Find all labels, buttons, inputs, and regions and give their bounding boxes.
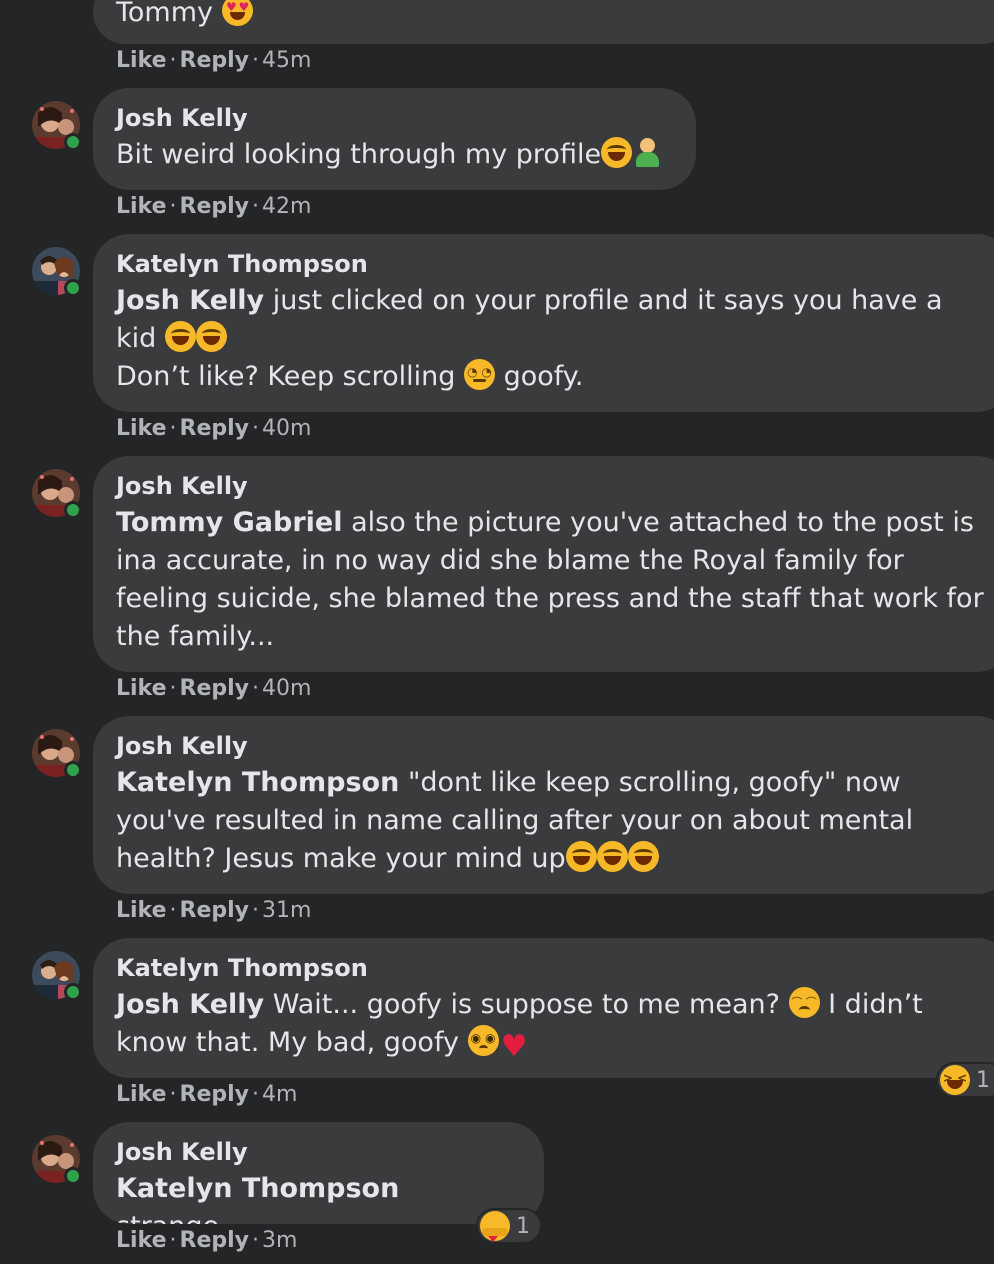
comment-text: Bit weird looking through my profile (116, 139, 602, 170)
separator-dot: · (169, 416, 177, 441)
like-link[interactable]: Like (116, 48, 167, 73)
avatar-josh-kelly[interactable] (32, 729, 82, 779)
eye-roll-emoji (463, 357, 495, 390)
separator-dot: · (169, 898, 177, 923)
rofl-emoji (565, 841, 597, 872)
mention-link[interactable]: Josh Kelly (116, 989, 264, 1020)
comment-actions: Like · Reply · 31m (116, 896, 311, 926)
like-link[interactable]: Like (116, 416, 167, 441)
comment-author[interactable]: Katelyn Thompson (116, 248, 989, 282)
comment-bubble: Tommy (93, 0, 994, 44)
comment-bubble: Josh Kelly Katelyn Thompson "dont like k… (93, 716, 994, 894)
avatar-katelyn-thompson[interactable] (32, 951, 82, 1001)
comment-author[interactable]: Josh Kelly (116, 1136, 520, 1170)
separator-dot: · (252, 416, 260, 441)
comment-bubble: Katelyn Thompson Josh Kelly just clicked… (93, 234, 994, 412)
comment-text: strange... (116, 1211, 245, 1224)
separator-dot: · (252, 1228, 260, 1253)
rofl-emoji (601, 137, 633, 168)
reply-link[interactable]: Reply (180, 48, 250, 73)
comment-actions: Like · Reply · 4m (116, 1080, 297, 1110)
comment-actions: Like · Reply · 40m (116, 414, 311, 444)
reply-link[interactable]: Reply (180, 416, 250, 441)
online-status-indicator (64, 279, 82, 297)
online-status-indicator (64, 1167, 82, 1185)
mention-link[interactable]: Tommy Gabriel (116, 507, 343, 538)
rofl-emoji (195, 321, 227, 352)
avatar-josh-kelly[interactable] (32, 1135, 82, 1185)
separator-dot: · (252, 1082, 260, 1107)
like-link[interactable]: Like (116, 194, 167, 219)
comment-time[interactable]: 3m (262, 1228, 297, 1253)
reply-link[interactable]: Reply (180, 1228, 250, 1253)
online-status-indicator (64, 983, 82, 1001)
reply-link[interactable]: Reply (180, 898, 250, 923)
reaction-count: 1 (516, 1213, 530, 1239)
like-link[interactable]: Like (116, 898, 167, 923)
separator-dot: · (252, 48, 260, 73)
reaction-count: 1 (976, 1067, 990, 1093)
reply-link[interactable]: Reply (180, 1082, 250, 1107)
separator-dot: · (252, 676, 260, 701)
mention-link[interactable]: Josh Kelly (116, 285, 264, 316)
like-link[interactable]: Like (116, 1228, 167, 1253)
comment-actions: Like · Reply · 42m (116, 192, 311, 222)
comment-actions: Like · Reply · 40m (116, 674, 311, 704)
separator-dot: · (252, 194, 260, 219)
comment-text: goofy. (503, 361, 584, 392)
avatar-josh-kelly[interactable] (32, 469, 82, 519)
rofl-emoji (164, 321, 196, 352)
comment-time[interactable]: 40m (262, 416, 311, 441)
like-link[interactable]: Like (116, 1082, 167, 1107)
comment-time[interactable]: 31m (262, 898, 311, 923)
online-status-indicator (64, 761, 82, 779)
mention-link[interactable]: Katelyn Thompson (116, 1173, 399, 1204)
comment-bubble: Josh Kelly Katelyn Thompson strange... (93, 1122, 544, 1224)
comment-bubble: Josh Kelly Tommy Gabriel also the pictur… (93, 456, 994, 672)
heart-eyes-emoji (221, 0, 253, 26)
separator-dot: · (169, 1228, 177, 1253)
reaction-summary[interactable]: 1 (936, 1062, 994, 1098)
comment-actions: Like · Reply · 45m (116, 46, 311, 76)
separator-dot: · (169, 48, 177, 73)
avatar-katelyn-thompson[interactable] (32, 247, 82, 297)
comment-author[interactable]: Josh Kelly (116, 102, 672, 136)
care-emoji (480, 1211, 510, 1252)
online-status-indicator (64, 133, 82, 151)
avatar-josh-kelly[interactable] (32, 101, 82, 151)
facepalm-emoji (632, 137, 663, 168)
separator-dot: · (169, 1082, 177, 1107)
separator-dot: · (252, 898, 260, 923)
pleading-emoji (467, 1023, 499, 1056)
separator-dot: · (169, 676, 177, 701)
online-status-indicator (64, 501, 82, 519)
like-link[interactable]: Like (116, 676, 167, 701)
rofl-emoji (627, 841, 659, 872)
disappointed-emoji (788, 987, 820, 1018)
squinting-laugh-emoji (940, 1063, 970, 1095)
comment-author[interactable]: Josh Kelly (116, 730, 989, 764)
comment-bubble: Katelyn Thompson Josh Kelly Wait... goof… (93, 938, 994, 1078)
reply-link[interactable]: Reply (180, 194, 250, 219)
comment-time[interactable]: 4m (262, 1082, 297, 1107)
mention-link[interactable]: Katelyn Thompson (116, 767, 399, 798)
comment-text: Wait... goofy is suppose to me mean? (272, 989, 780, 1020)
comment-time[interactable]: 40m (262, 676, 311, 701)
comment-text: just clicked on your profile and it says… (272, 285, 943, 316)
red-heart-emoji: ♥ (500, 1029, 528, 1064)
comment-text: Tommy (116, 0, 214, 28)
rofl-emoji (596, 841, 628, 872)
comment-author[interactable]: Josh Kelly (116, 470, 989, 504)
comment-text: kid (116, 323, 157, 354)
comment-time[interactable]: 42m (262, 194, 311, 219)
comment-actions: Like · Reply · 3m (116, 1226, 297, 1256)
separator-dot: · (169, 194, 177, 219)
comment-author[interactable]: Katelyn Thompson (116, 952, 989, 986)
comment-time[interactable]: 45m (262, 48, 311, 73)
reaction-summary[interactable]: 1 (476, 1208, 542, 1252)
comment-text: Don’t like? Keep scrolling (116, 361, 456, 392)
comment-bubble: Josh Kelly Bit weird looking through my … (93, 88, 696, 190)
reply-link[interactable]: Reply (180, 676, 250, 701)
